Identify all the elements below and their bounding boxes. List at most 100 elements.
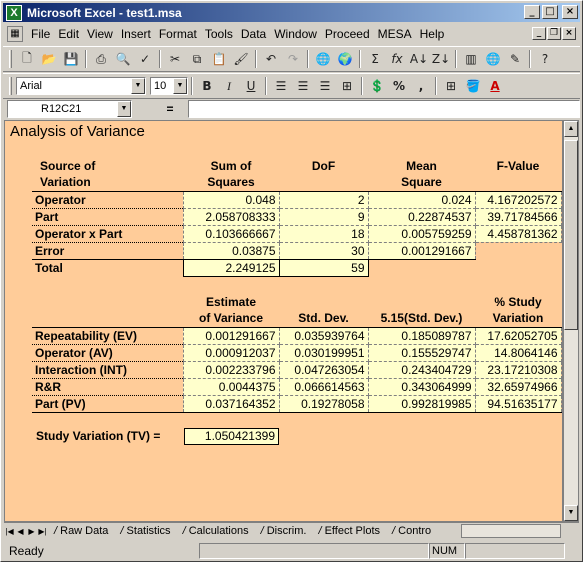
web-toolbar-icon[interactable]: 🌍 bbox=[334, 48, 356, 70]
font-size-select[interactable]: 10 ▼ bbox=[150, 77, 188, 95]
format-painter-icon[interactable]: 🖌 bbox=[230, 48, 252, 70]
cell[interactable]: 0.19278058 bbox=[278, 394, 369, 413]
tab-effect-plots[interactable]: / Effect Plots bbox=[312, 524, 386, 539]
close-button[interactable]: × bbox=[562, 5, 578, 19]
borders-icon[interactable]: ⊞ bbox=[440, 75, 462, 97]
doc-minimize-button[interactable]: _ bbox=[532, 27, 546, 40]
cell[interactable]: 2.249125 bbox=[182, 258, 280, 277]
cell[interactable]: 9 bbox=[278, 207, 369, 226]
name-box[interactable]: R12C21 ▼ bbox=[7, 100, 132, 118]
redo-icon[interactable]: ↷ bbox=[282, 48, 304, 70]
align-left-icon[interactable]: ☰ bbox=[270, 75, 292, 97]
font-color-icon[interactable]: A bbox=[484, 75, 506, 97]
cell[interactable]: 0.037164352 bbox=[182, 394, 280, 413]
menu-help[interactable]: Help bbox=[416, 27, 449, 41]
cell[interactable]: 0.155529747 bbox=[367, 343, 476, 362]
align-right-icon[interactable]: ☰ bbox=[314, 75, 336, 97]
title-bar[interactable]: X Microsoft Excel - test1.msa _ □ × bbox=[3, 3, 580, 22]
doc-restore-button[interactable]: ❐ bbox=[547, 27, 561, 40]
menu-edit[interactable]: Edit bbox=[54, 27, 83, 41]
next-sheet-icon[interactable]: ▶ bbox=[26, 525, 37, 538]
cell[interactable]: 0.066614563 bbox=[278, 377, 369, 396]
toolbar-grip[interactable] bbox=[9, 77, 12, 95]
font-name-select[interactable]: Arial ▼ bbox=[16, 77, 146, 95]
workbook-icon[interactable]: ▦ bbox=[7, 26, 23, 42]
function-icon[interactable]: fx bbox=[386, 48, 408, 70]
menu-format[interactable]: Format bbox=[155, 27, 201, 41]
cell[interactable]: 18 bbox=[278, 224, 369, 243]
print-icon[interactable]: ⎙ bbox=[90, 48, 112, 70]
cell[interactable]: 0.005759259 bbox=[367, 224, 476, 243]
cell[interactable]: 14.8064146 bbox=[474, 343, 562, 362]
menu-window[interactable]: Window bbox=[270, 27, 321, 41]
merge-center-icon[interactable]: ⊞ bbox=[336, 75, 358, 97]
cell[interactable]: 0.000912037 bbox=[182, 343, 280, 362]
menu-view[interactable]: View bbox=[83, 27, 117, 41]
scroll-thumb[interactable] bbox=[564, 140, 578, 330]
cut-icon[interactable]: ✂ bbox=[164, 48, 186, 70]
cell[interactable]: 94.51635177 bbox=[474, 394, 562, 413]
doc-close-button[interactable]: × bbox=[562, 27, 576, 40]
cell[interactable]: 0.024 bbox=[367, 190, 476, 209]
percent-icon[interactable]: % bbox=[388, 75, 410, 97]
menu-mesa[interactable]: MESA bbox=[374, 27, 416, 41]
fill-color-icon[interactable]: 🪣 bbox=[462, 75, 484, 97]
cell[interactable]: 0.0044375 bbox=[182, 377, 280, 396]
chart-wizard-icon[interactable]: ▥ bbox=[460, 48, 482, 70]
cell[interactable]: 17.62052705 bbox=[474, 326, 562, 345]
cell[interactable]: 0.002233796 bbox=[182, 360, 280, 379]
drawing-icon[interactable]: ✎ bbox=[504, 48, 526, 70]
cell[interactable]: 0.03875 bbox=[182, 241, 280, 260]
italic-button[interactable]: I bbox=[218, 75, 240, 97]
menu-proceed[interactable]: Proceed bbox=[321, 27, 374, 41]
excel-icon[interactable]: X bbox=[6, 4, 22, 21]
spelling-icon[interactable]: ✓ bbox=[134, 48, 156, 70]
underline-button[interactable]: U bbox=[240, 75, 262, 97]
new-icon[interactable]: 🗋 bbox=[16, 48, 38, 70]
formula-input[interactable] bbox=[188, 100, 580, 118]
sort-descending-icon[interactable]: Z↓ bbox=[430, 48, 452, 70]
chevron-down-icon[interactable]: ▼ bbox=[117, 101, 131, 117]
cell[interactable]: 0.030199951 bbox=[278, 343, 369, 362]
formula-equals[interactable]: = bbox=[160, 102, 180, 116]
last-sheet-icon[interactable]: ▶| bbox=[37, 525, 48, 538]
cell[interactable]: 32.65974966 bbox=[474, 377, 562, 396]
scroll-down-icon[interactable]: ▼ bbox=[564, 505, 578, 521]
cell[interactable]: 59 bbox=[278, 258, 369, 277]
maximize-button[interactable]: □ bbox=[542, 5, 558, 19]
menu-insert[interactable]: Insert bbox=[117, 27, 155, 41]
worksheet[interactable]: Analysis of Variance Source of Sum of Do… bbox=[4, 120, 563, 522]
horizontal-scrollbar[interactable] bbox=[461, 524, 561, 538]
menu-tools[interactable]: Tools bbox=[201, 27, 237, 41]
cell[interactable]: 0.001291667 bbox=[182, 326, 280, 345]
cell[interactable]: 0.048 bbox=[182, 190, 280, 209]
cell[interactable]: 0.992819985 bbox=[367, 394, 476, 413]
bold-button[interactable]: B bbox=[196, 75, 218, 97]
cell[interactable]: 0.243404729 bbox=[367, 360, 476, 379]
menu-data[interactable]: Data bbox=[237, 27, 270, 41]
prev-sheet-icon[interactable]: ◀ bbox=[15, 525, 26, 538]
tab-raw-data[interactable]: / Raw Data bbox=[48, 524, 114, 539]
sort-ascending-icon[interactable]: A↓ bbox=[408, 48, 430, 70]
cell[interactable]: 2 bbox=[278, 190, 369, 209]
copy-icon[interactable]: ⧉ bbox=[186, 48, 208, 70]
cell[interactable]: 0.185089787 bbox=[367, 326, 476, 345]
save-icon[interactable]: 💾 bbox=[60, 48, 82, 70]
tab-calculations[interactable]: / Calculations bbox=[177, 524, 255, 539]
cell[interactable]: 0.343064999 bbox=[367, 377, 476, 396]
cell[interactable]: 0.001291667 bbox=[367, 241, 476, 260]
align-center-icon[interactable]: ☰ bbox=[292, 75, 314, 97]
chevron-down-icon[interactable]: ▼ bbox=[173, 78, 187, 94]
currency-icon[interactable]: 💲 bbox=[366, 75, 388, 97]
cell[interactable]: 4.167202572 bbox=[474, 190, 562, 209]
cell[interactable]: 0.047263054 bbox=[278, 360, 369, 379]
paste-icon[interactable]: 📋 bbox=[208, 48, 230, 70]
tab-control[interactable]: / Contro bbox=[386, 524, 437, 539]
cell[interactable]: 39.71784566 bbox=[474, 207, 562, 226]
toolbar-grip[interactable] bbox=[9, 50, 12, 68]
map-icon[interactable]: 🌐 bbox=[482, 48, 504, 70]
open-icon[interactable]: 📂 bbox=[38, 48, 60, 70]
cell[interactable]: 0.22874537 bbox=[367, 207, 476, 226]
cell[interactable]: 2.058708333 bbox=[182, 207, 280, 226]
first-sheet-icon[interactable]: |◀ bbox=[4, 525, 15, 538]
